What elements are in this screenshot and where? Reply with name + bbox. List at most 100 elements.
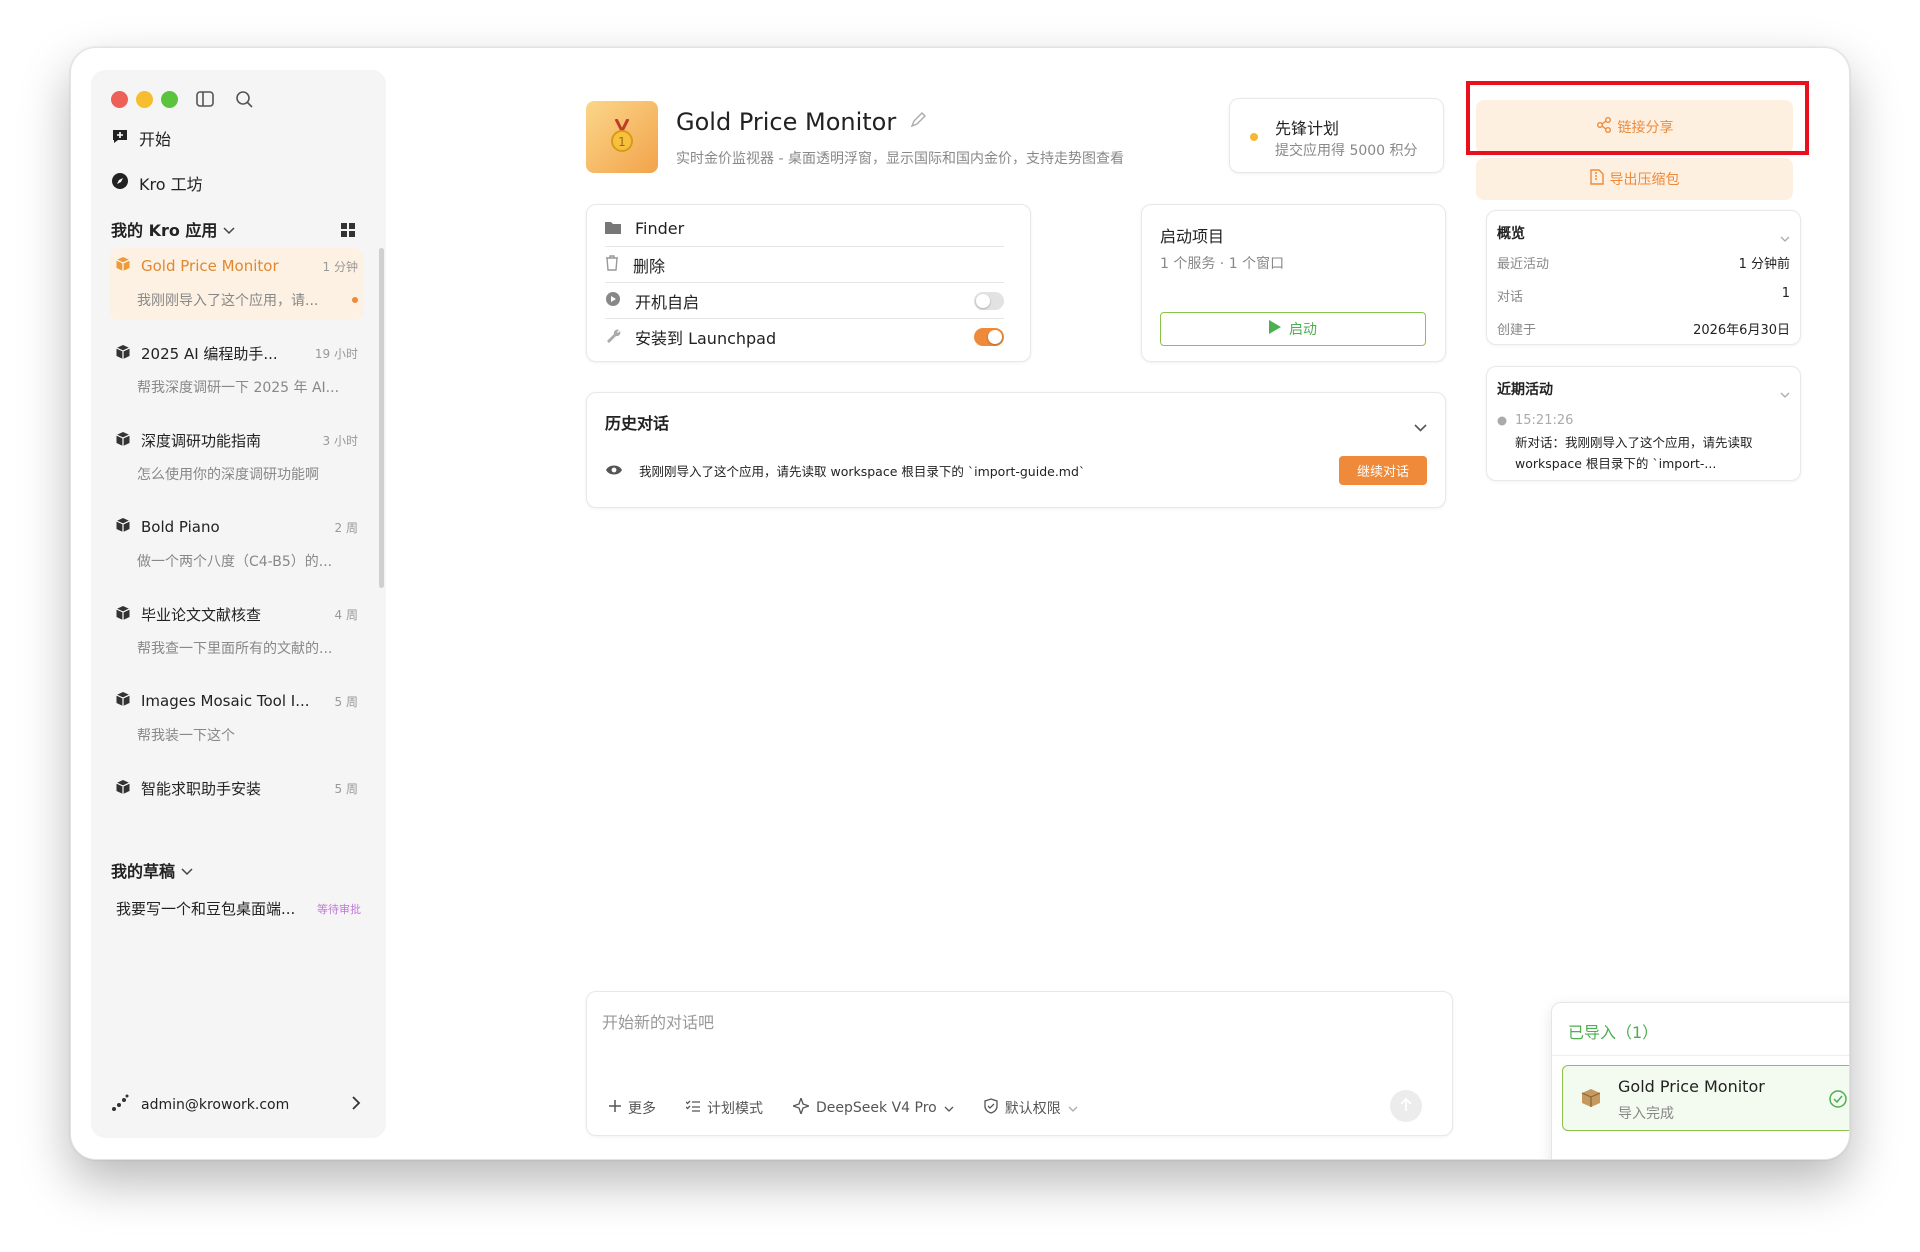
plan-mode-button[interactable]: 计划模式	[685, 1098, 763, 1118]
launch-button-label: 启动	[1289, 322, 1317, 338]
app-item-time: 1 分钟	[322, 259, 358, 274]
recent-time-row: 15:21:26	[1497, 411, 1573, 430]
app-item-time: 4 周	[334, 608, 358, 622]
app-item-preview: 帮我深度调研一下 2025 年 AI...	[137, 380, 340, 396]
app-item-row: Gold Price Monitor 1 分钟	[115, 256, 358, 276]
recent-title: 近期活动	[1497, 382, 1553, 398]
draft-name: 我要写一个和豆包桌面端...	[116, 900, 296, 918]
app-item-name: 深度调研功能指南	[141, 432, 262, 450]
chevron-right-icon	[352, 1096, 361, 1114]
search-icon[interactable]	[233, 88, 255, 110]
nav-start[interactable]: 开始	[111, 126, 171, 150]
option-autostart[interactable]: 开机自启	[605, 283, 1004, 319]
import-item-name: Gold Price Monitor	[1618, 1077, 1765, 1096]
app-icon: 1	[586, 101, 658, 173]
option-finder[interactable]: Finder	[605, 211, 1004, 247]
app-item-name: 毕业论文文献核查	[141, 606, 262, 624]
app-item-preview: 帮我查一下里面所有的文献的...	[137, 641, 333, 657]
minimize-window-button[interactable]	[136, 91, 153, 108]
more-button[interactable]: 更多	[609, 1098, 656, 1118]
app-item-name: 2025 AI 编程助手...	[141, 345, 278, 363]
app-item-name: Images Mosaic Tool I...	[141, 692, 310, 710]
sidebar-toggle-icon[interactable]	[194, 88, 216, 110]
wrench-icon	[605, 327, 621, 347]
app-item-row: 毕业论文文献核查 4 周	[115, 604, 358, 625]
import-item[interactable]: Gold Price Monitor 导入完成	[1562, 1065, 1849, 1131]
app-item-row: Images Mosaic Tool I... 5 周	[115, 691, 358, 711]
app-item-name: Bold Piano	[141, 518, 220, 536]
chevron-down-icon	[181, 861, 193, 880]
recent-time: 15:21:26	[1515, 413, 1574, 428]
app-item-preview: 做一个两个八度（C4-B5）的...	[137, 554, 333, 570]
sidebar-app-item[interactable]: 毕业论文文献核查 4 周帮我查一下里面所有的文献的...	[109, 596, 364, 668]
share-link-label: 链接分享	[1617, 120, 1674, 136]
sidebar-app-item[interactable]: 智能求职助手安装 5 周	[109, 770, 364, 842]
chevron-down-icon[interactable]	[1780, 227, 1790, 246]
share-link-button[interactable]: 链接分享	[1476, 100, 1793, 154]
draft-item[interactable]: 我要写一个和豆包桌面端... 等待审批	[116, 898, 361, 919]
chevron-down-icon[interactable]	[1780, 383, 1790, 402]
sidebar-app-item[interactable]: 深度调研功能指南 3 小时 怎么使用你的深度调研功能啊	[109, 422, 364, 494]
import-item-status: 导入完成	[1618, 1106, 1674, 1122]
user-account[interactable]: admin@krowork.com	[111, 1094, 361, 1116]
overview-title: 概览	[1497, 226, 1525, 242]
chevron-down-icon	[223, 220, 235, 239]
share-icon	[1596, 117, 1612, 137]
sidebar-scrollbar[interactable]	[379, 248, 384, 588]
trash-icon	[605, 254, 619, 275]
permission-selector[interactable]: 默认权限	[984, 1098, 1078, 1118]
close-window-button[interactable]	[111, 91, 128, 108]
app-cube-icon	[115, 431, 131, 451]
drafts-title: 我的草稿	[111, 862, 176, 881]
composer: 开始新的对话吧 更多 计划模式 DeepSeek V4 Pro 默认权限	[586, 991, 1453, 1136]
send-button[interactable]	[1390, 1090, 1422, 1122]
zip-file-icon	[1589, 169, 1604, 189]
pioneer-card[interactable]: 先锋计划 提交应用得 5000 积分	[1229, 98, 1444, 173]
draft-status: 等待审批	[317, 902, 361, 916]
history-item[interactable]: 我刚刚导入了这个应用，请先读取 workspace 根目录下的 `import-…	[605, 455, 1427, 485]
sidebar-app-item[interactable]: Images Mosaic Tool I... 5 周帮我装一下这个	[109, 683, 364, 755]
continue-chat-button[interactable]: 继续对话	[1338, 455, 1427, 485]
chevron-down-icon[interactable]	[1414, 417, 1427, 436]
overview-row-chats: 对话 1	[1497, 286, 1790, 305]
my-apps-header[interactable]: 我的 Kro 应用	[111, 217, 235, 241]
app-cube-icon	[115, 517, 131, 537]
overview-row-recent: 最近活动 1 分钟前	[1497, 257, 1790, 272]
option-launchpad[interactable]: 安装到 Launchpad	[605, 319, 1004, 355]
sidebar-app-item[interactable]: Bold Piano 2 周做一个两个八度（C4-B5）的...	[109, 509, 364, 581]
option-delete[interactable]: 删除	[605, 247, 1004, 283]
folder-icon	[605, 219, 621, 238]
overview-card: 概览 最近活动 1 分钟前 对话 1 创建于 2026年6月30日	[1486, 210, 1801, 345]
main-content: 1 Gold Price Monitor 实时金价监视器 - 桌面透明浮窗，显示…	[431, 48, 1849, 1159]
user-email: admin@krowork.com	[141, 1097, 290, 1113]
launchpad-toggle[interactable]	[974, 328, 1004, 346]
sparkle-icon	[790, 1095, 812, 1118]
checklist-icon	[685, 1100, 700, 1116]
app-item-time: 19 小时	[314, 347, 358, 361]
chevron-down-icon	[944, 1100, 954, 1116]
drafts-header[interactable]: 我的草稿	[111, 858, 193, 882]
grid-view-icon[interactable]	[341, 222, 355, 241]
app-cube-icon	[115, 256, 131, 276]
plus-icon	[609, 1100, 621, 1116]
eye-icon	[605, 461, 623, 480]
nav-kro-workshop[interactable]: Kro 工坊	[111, 171, 203, 195]
app-item-row: 智能求职助手安装 5 周	[115, 778, 358, 799]
history-item-text: 我刚刚导入了这个应用，请先读取 workspace 根目录下的 `import-…	[639, 463, 1086, 479]
composer-input[interactable]: 开始新的对话吧	[602, 1009, 714, 1033]
sidebar: 开始 Kro 工坊 我的 Kro 应用 Gold Price Monitor 1 …	[91, 70, 386, 1138]
zoom-window-button[interactable]	[161, 91, 178, 108]
launch-button[interactable]: 启动	[1160, 312, 1426, 346]
svg-text:1: 1	[618, 135, 626, 149]
model-selector[interactable]: DeepSeek V4 Pro	[790, 1095, 954, 1118]
recent-text[interactable]: 新对话：我刚刚导入了这个应用，请先读取 workspace 根目录下的 `impo…	[1515, 432, 1753, 474]
autostart-toggle[interactable]	[974, 291, 1004, 310]
edit-icon[interactable]	[910, 112, 927, 132]
app-item-time: 5 周	[334, 782, 358, 796]
launch-card: 启动项目 1 个服务 · 1 个窗口 启动	[1141, 204, 1446, 362]
export-zip-button[interactable]: 导出压缩包	[1476, 158, 1793, 200]
sidebar-app-item[interactable]: 2025 AI 编程助手... 19 小时帮我深度调研一下 2025 年 AI..…	[109, 335, 364, 407]
chat-plus-icon	[111, 127, 129, 149]
sidebar-app-item[interactable]: Gold Price Monitor 1 分钟 我刚刚导入了这个应用，请...	[109, 248, 364, 320]
title-row: Gold Price Monitor	[676, 108, 927, 136]
